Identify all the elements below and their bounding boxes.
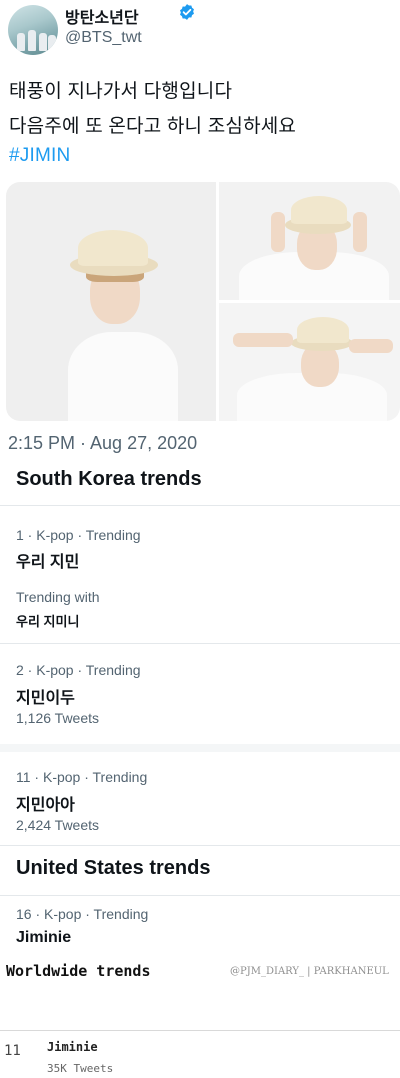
tweet-photo[interactable] [6, 182, 216, 421]
photo-hat [297, 317, 349, 343]
worldwide-trend-count: 35K Tweets [47, 1062, 114, 1075]
tweet-timestamp[interactable]: 2:15 PM · Aug 27, 2020 [8, 433, 197, 454]
divider [0, 895, 400, 896]
hashtag-link[interactable]: #JIMIN [9, 145, 70, 167]
photo-hand [271, 212, 285, 252]
trend-tweet-count: 1,126 Tweets [16, 710, 100, 726]
tweet-photo[interactable] [219, 303, 400, 421]
avatar-figure [28, 30, 36, 51]
worldwide-trend-rank: 11 [4, 1043, 21, 1059]
divider [0, 643, 400, 644]
south-korea-trends-title: South Korea trends [16, 468, 202, 490]
trend-name[interactable]: 우리 지민 [16, 548, 79, 572]
trend-name[interactable]: Jiminie [16, 929, 71, 947]
avatar-figure [48, 35, 56, 51]
trending-with-link[interactable]: 우리 지미니 [16, 611, 79, 630]
trend-tweet-count: 2,424 Tweets [16, 817, 100, 833]
watermark-text: @PJM_DIARY_ | PARKHANEUL [230, 966, 389, 977]
tweet-text-line: 태풍이 지나가서 다행입니다 [9, 81, 233, 102]
trend-meta: 11 · K-pop · Trending [16, 769, 148, 785]
avatar-figure [39, 33, 47, 51]
photo-hat [78, 230, 148, 266]
avatar[interactable] [8, 5, 58, 55]
photo-arm [233, 333, 293, 347]
trend-name[interactable]: 지민아아 [16, 791, 75, 815]
photo-shirt [68, 332, 178, 421]
trend-name[interactable]: 지민이두 [16, 684, 75, 708]
tweet-photo[interactable] [219, 182, 400, 300]
author-name[interactable]: 방탄소년단 [65, 4, 139, 28]
divider [0, 505, 400, 506]
divider [0, 845, 400, 846]
tweet-text-line: 다음주에 또 온다고 하니 조심하세요 [9, 116, 297, 137]
worldwide-trends-title: Worldwide trends [6, 962, 151, 980]
photo-arm [349, 339, 393, 353]
worldwide-trend-name[interactable]: Jiminie [47, 1040, 98, 1054]
verified-badge-icon [180, 4, 194, 20]
author-handle[interactable]: @BTS_twt [65, 29, 142, 47]
trend-meta: 1 · K-pop · Trending [16, 527, 141, 543]
united-states-trends-title: United States trends [16, 857, 211, 879]
photo-hand [353, 212, 367, 252]
trending-with-label: Trending with [16, 589, 100, 605]
divider [0, 1030, 400, 1031]
avatar-figure [17, 33, 25, 51]
trend-meta: 2 · K-pop · Trending [16, 662, 141, 678]
trend-meta: 16 · K-pop · Trending [16, 906, 149, 922]
photo-hat [291, 196, 347, 224]
section-divider [0, 744, 400, 752]
